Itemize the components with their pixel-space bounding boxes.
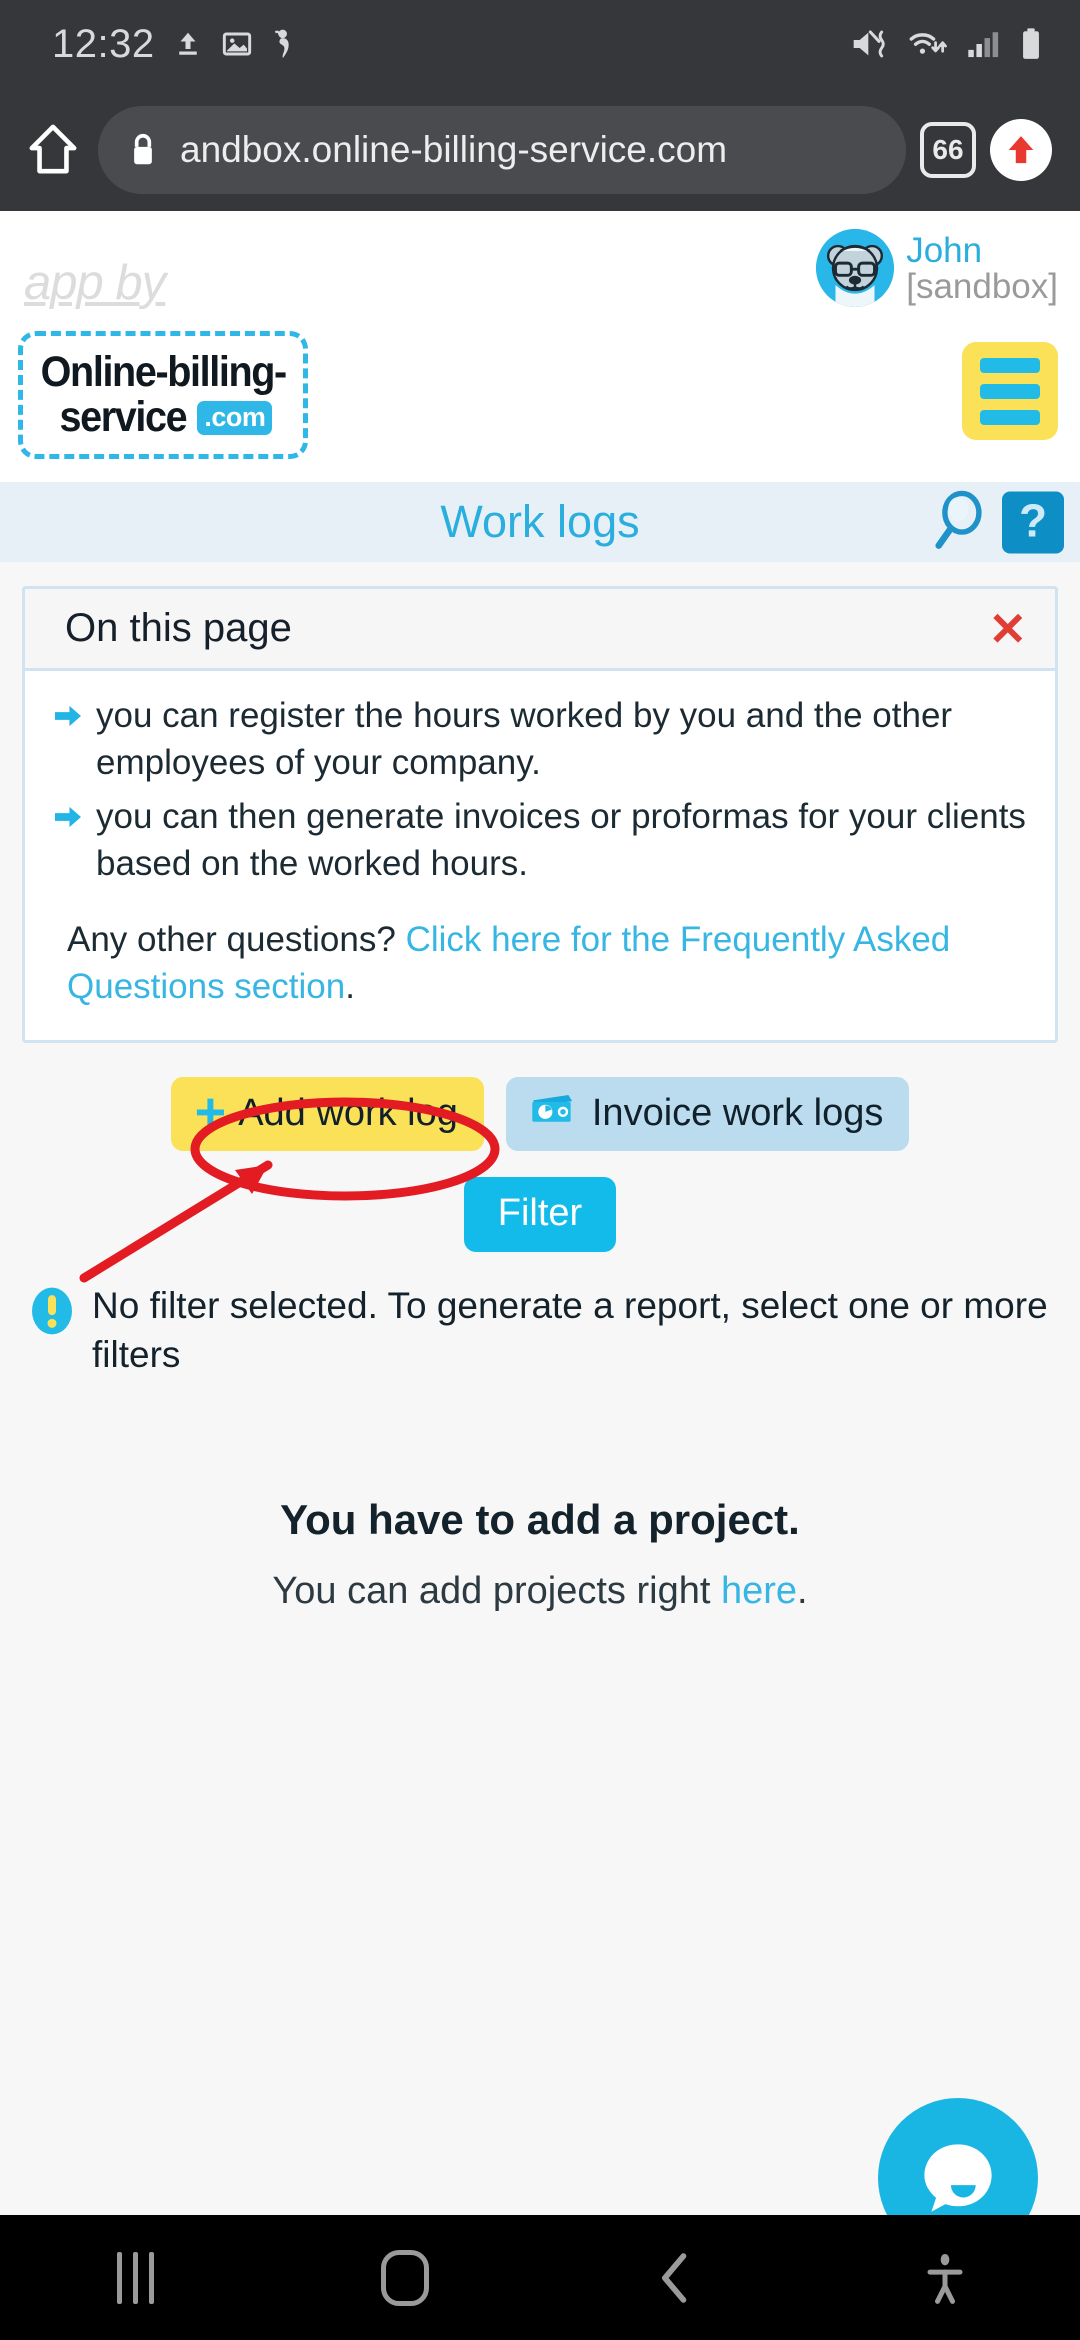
invoice-work-logs-label: Invoice work logs <box>591 1091 884 1134</box>
image-icon <box>222 32 251 56</box>
recents-icon <box>116 2251 154 2304</box>
upload-icon <box>178 32 197 55</box>
page-title: Work logs <box>440 496 640 547</box>
android-navigation-bar <box>0 2215 1080 2340</box>
battery-icon <box>1023 28 1039 59</box>
help-label: ? <box>1018 494 1048 546</box>
arrow-right-icon <box>53 794 83 887</box>
browser-toolbar: andbox.online-billing-service.com 66 <box>0 88 1080 211</box>
hamburger-menu-icon <box>980 383 1040 399</box>
nav-recents-button[interactable] <box>0 2215 270 2340</box>
action-buttons-row: + Add work log Invoice work logs <box>22 1077 1058 1152</box>
banknote-icon <box>530 1091 576 1135</box>
on-this-page-panel: On this page ✕ you can register the hour… <box>22 586 1058 1044</box>
arrow-right-icon <box>53 693 83 786</box>
list-item-text: you can register the hours worked by you… <box>96 696 953 782</box>
hamburger-menu-icon <box>980 409 1040 425</box>
accessibility-icon <box>927 2253 963 2304</box>
home-circle-icon <box>381 2249 429 2306</box>
url-text: andbox.online-billing-service.com <box>180 128 728 170</box>
update-button[interactable] <box>990 118 1052 181</box>
signal-icon <box>968 32 999 58</box>
nav-home-button[interactable] <box>270 2215 540 2340</box>
lock-icon <box>134 133 152 164</box>
add-projects-link[interactable]: here <box>721 1570 797 1612</box>
list-item: you can register the hours worked by you… <box>53 693 1027 786</box>
app-by-label: app by <box>24 255 166 311</box>
nav-accessibility-button[interactable] <box>810 2215 1080 2340</box>
phone-screen: 12:32 andbox.online-billing-service.com … <box>0 0 1080 2340</box>
chat-bubble-icon <box>924 2144 992 2212</box>
list-item: you can then generate invoices or profor… <box>53 794 1027 887</box>
status-clock: 12:32 <box>52 21 155 66</box>
logo-com-badge: .com <box>197 400 273 435</box>
logo-line-1: Online-billing- <box>40 348 287 396</box>
avatar-bear-icon <box>816 229 895 307</box>
empty-state-title: You have to add a project. <box>280 1495 800 1543</box>
home-icon <box>29 124 77 173</box>
empty-state-subtitle: You can add projects right here. <box>22 1570 1058 1613</box>
browser-home-button[interactable] <box>22 119 84 181</box>
search-button[interactable] <box>930 489 988 556</box>
user-name-block: John [sandbox] <box>906 229 1058 304</box>
back-chevron-icon <box>662 2252 687 2303</box>
tab-count-label: 66 <box>932 133 964 165</box>
filter-button[interactable]: Filter <box>463 1177 617 1253</box>
site-logo[interactable]: Online-billing- service .com <box>18 331 308 459</box>
update-arrow-icon <box>1008 135 1034 163</box>
warning-exclamation-icon <box>30 1282 74 1341</box>
avatar <box>816 229 895 307</box>
on-this-page-title: On this page <box>65 606 292 650</box>
status-bar-left: 12:32 <box>52 22 297 67</box>
status-bar: 12:32 <box>0 0 1080 88</box>
logo-line-2: service <box>59 393 187 441</box>
page-title-actions: ? <box>930 489 1064 556</box>
faq-line: Any other questions? Click here for the … <box>53 917 1027 1010</box>
scuba-diver-icon <box>274 29 289 59</box>
logo-line-2-row: service .com <box>54 396 273 439</box>
empty-state-sub-suffix: . <box>797 1569 808 1612</box>
user-name: John <box>906 231 983 270</box>
add-work-log-label: Add work log <box>238 1091 458 1134</box>
hamburger-menu-button[interactable] <box>962 342 1058 440</box>
plus-icon: + <box>194 1082 227 1143</box>
page-title-bar: Work logs ? <box>0 482 1080 562</box>
main-content: On this page ✕ you can register the hour… <box>0 586 1080 2270</box>
on-this-page-body: you can register the hours worked by you… <box>25 671 1055 1040</box>
app-by-text: app by <box>24 256 166 310</box>
search-icon <box>935 490 982 549</box>
faq-suffix: . <box>345 966 355 1006</box>
help-button[interactable]: ? <box>1002 491 1064 553</box>
nav-back-button[interactable] <box>540 2215 810 2340</box>
tab-count-button[interactable]: 66 <box>920 121 976 178</box>
no-filter-notice: No filter selected. To generate a report… <box>22 1282 1058 1380</box>
empty-state: You have to add a project. You can add p… <box>22 1496 1058 1613</box>
site-header: app by John [sandbox] Online-billing- se… <box>0 211 1080 482</box>
user-environment: [sandbox] <box>906 266 1058 306</box>
list-item-text: you can then generate invoices or profor… <box>96 797 1026 883</box>
status-bar-right <box>851 27 1044 61</box>
url-bar[interactable]: andbox.online-billing-service.com <box>98 105 906 194</box>
filter-label: Filter <box>497 1192 583 1235</box>
close-icon[interactable]: ✕ <box>988 606 1027 652</box>
empty-state-sub-prefix: You can add projects right <box>272 1569 721 1612</box>
user-account-block[interactable]: John [sandbox] <box>816 229 1058 307</box>
hamburger-menu-icon <box>980 357 1040 373</box>
faq-prefix: Any other questions? <box>67 920 406 960</box>
add-work-log-button[interactable]: + Add work log <box>170 1077 484 1152</box>
filter-row: Filter <box>22 1177 1058 1253</box>
invoice-work-logs-button[interactable]: Invoice work logs <box>505 1077 910 1152</box>
on-this-page-header: On this page ✕ <box>25 589 1055 671</box>
wifi-icon <box>909 33 947 54</box>
no-filter-notice-text: No filter selected. To generate a report… <box>92 1285 1048 1376</box>
mute-vibrate-icon <box>853 30 885 58</box>
